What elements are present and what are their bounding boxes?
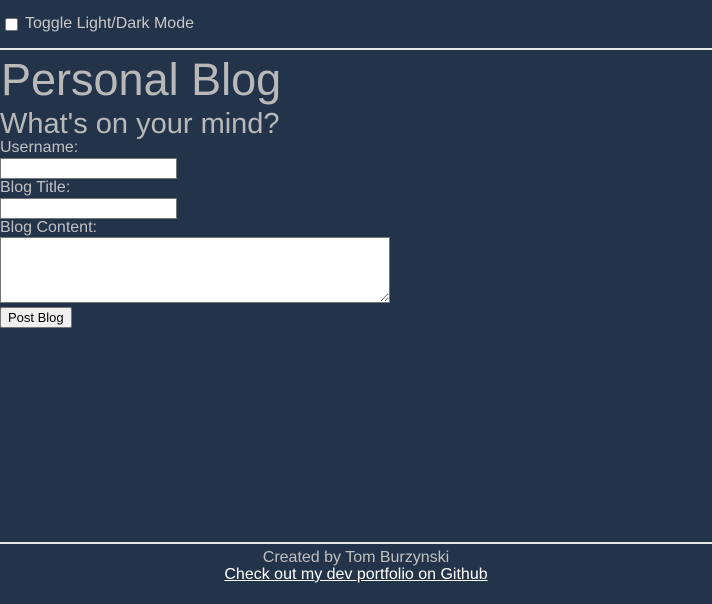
page-subtitle: What's on your mind? — [0, 108, 280, 140]
blog-content-textarea[interactable] — [0, 237, 390, 303]
username-input[interactable] — [0, 158, 177, 179]
blog-form: Username: Blog Title: Blog Content: Post… — [0, 139, 712, 328]
main-content: Personal Blog What's on your mind? Usern… — [0, 54, 712, 328]
github-portfolio-link[interactable]: Check out my dev portfolio on Github — [224, 566, 487, 583]
username-label: Username: — [0, 139, 79, 156]
blog-content-label: Blog Content: — [0, 219, 97, 236]
post-blog-button[interactable]: Post Blog — [0, 307, 72, 328]
blog-title-label: Blog Title: — [0, 179, 71, 196]
theme-toggle-checkbox[interactable] — [5, 17, 18, 31]
blog-title-input[interactable] — [0, 198, 177, 219]
top-bar: Toggle Light/Dark Mode — [0, 0, 712, 50]
theme-toggle-label[interactable]: Toggle Light/Dark Mode — [25, 15, 194, 33]
footer: Created by Tom Burzynski Check out my de… — [0, 542, 712, 583]
footer-credit: Created by Tom Burzynski — [262, 549, 450, 566]
page-title: Personal Blog — [1, 54, 282, 105]
